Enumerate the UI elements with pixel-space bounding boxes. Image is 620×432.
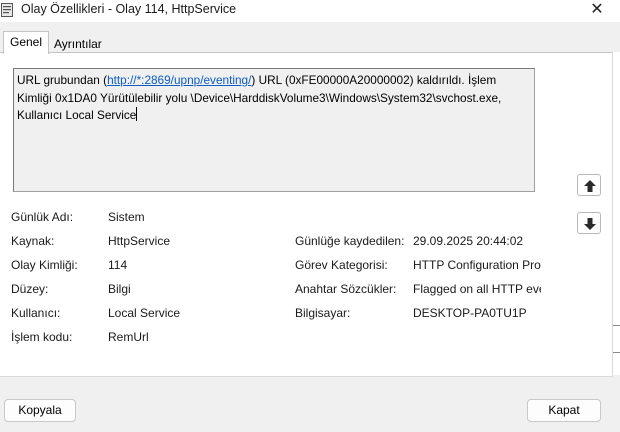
tab-ayrintilar[interactable]: Ayrıntılar xyxy=(48,34,108,54)
next-event-button[interactable] xyxy=(577,212,601,234)
description-url-link[interactable]: http://*:2869/upnp/eventing/ xyxy=(107,73,251,87)
task-category-label: Görev Kategorisi: xyxy=(295,258,388,272)
event-properties-icon xyxy=(1,3,13,17)
arrow-up-icon xyxy=(584,180,596,192)
task-category-value: HTTP Configuration Pro xyxy=(413,258,541,272)
background-divider xyxy=(613,352,620,353)
event-id-label: Olay Kimliği: xyxy=(11,258,78,272)
level-label: Düzey: xyxy=(11,282,49,296)
event-id-value: 114 xyxy=(108,258,128,272)
log-name-label: Günlük Adı: xyxy=(11,210,74,224)
tab-strip: Genel Ayrıntılar xyxy=(0,22,620,54)
close-button[interactable]: Kapat xyxy=(527,399,601,422)
title-bar: Olay Özellikleri - Olay 114, HttpService… xyxy=(0,0,620,22)
text-caret xyxy=(136,107,138,121)
close-window-button[interactable]: ✕ xyxy=(574,0,620,22)
previous-event-button[interactable] xyxy=(577,174,601,196)
computer-value: DESKTOP-PA0TU1P xyxy=(413,306,527,320)
window-title: Olay Özellikleri - Olay 114, HttpService xyxy=(21,2,237,16)
user-label: Kullanıcı: xyxy=(11,306,61,320)
event-description-box[interactable]: URL grubundan (http://*:2869/upnp/eventi… xyxy=(13,68,535,192)
user-value: Local Service xyxy=(108,306,181,320)
source-label: Kaynak: xyxy=(11,234,55,248)
keywords-value: Flagged on all HTTP eve xyxy=(413,282,541,296)
level-value: Bilgi xyxy=(108,282,131,296)
arrow-down-icon xyxy=(584,218,596,230)
logged-value: 29.09.2025 20:44:02 xyxy=(413,234,524,248)
background-window-edge xyxy=(613,52,620,375)
opcode-value: RemUrl xyxy=(108,330,149,344)
background-divider xyxy=(613,325,620,326)
description-prefix: URL grubundan ( xyxy=(17,73,108,87)
logged-label: Günlüğe kaydedilen: xyxy=(295,234,405,248)
computer-label: Bilgisayar: xyxy=(295,306,351,320)
log-name-value: Sistem xyxy=(108,210,145,224)
copy-button[interactable]: Kopyala xyxy=(4,399,76,422)
keywords-label: Anahtar Sözcükler: xyxy=(295,282,397,296)
opcode-label: İşlem kodu: xyxy=(11,330,73,344)
tab-genel[interactable]: Genel xyxy=(3,31,50,54)
source-value: HttpService xyxy=(108,234,171,248)
